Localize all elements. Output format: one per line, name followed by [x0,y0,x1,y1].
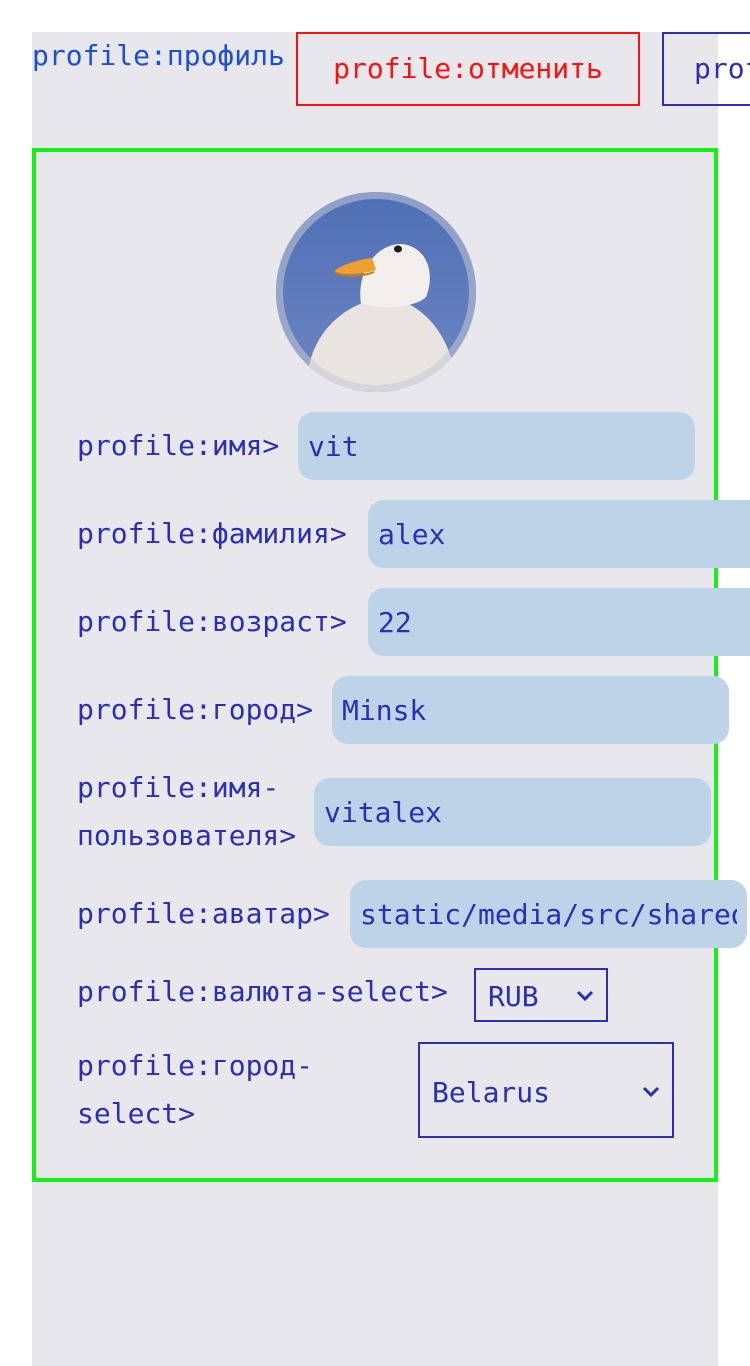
chevron-down-icon [642,1086,660,1098]
currency-select-value: RUB [488,980,539,1013]
age-input[interactable] [368,588,750,656]
viewport: profile:профиль profile:отменить profile… [0,0,750,1366]
username-input[interactable] [314,778,711,846]
avatar-path-input[interactable] [350,880,747,948]
username-label-line2: пользователя> [77,819,297,852]
cancel-button[interactable]: profile:отменить [296,32,640,106]
last-name-input[interactable] [368,500,750,568]
page-title: profile:профиль [32,39,285,72]
city-input[interactable] [332,676,729,744]
username-label-line1: profile:имя- [77,771,280,804]
duck-avatar-image [276,192,476,392]
avatar-path-label: profile:аватар> [77,897,330,930]
last-name-label: profile:фамилия> [77,517,347,550]
country-select[interactable]: Belarus [418,1042,674,1138]
age-label: profile:возраст> [77,605,347,638]
avatar [276,192,476,392]
country-select-label-line2: select> [77,1097,196,1130]
city-label: profile:город> [77,693,314,726]
save-button[interactable]: profile:сохранить [662,32,750,106]
country-select-label-line1: profile:город- [77,1049,314,1082]
country-select-value: Belarus [432,1076,551,1109]
chevron-down-icon [576,990,594,1002]
first-name-input[interactable] [298,412,695,480]
first-name-label: profile:имя> [77,429,280,462]
currency-select-label: profile:валюта-select> [77,975,448,1008]
currency-select[interactable]: RUB [474,968,608,1022]
